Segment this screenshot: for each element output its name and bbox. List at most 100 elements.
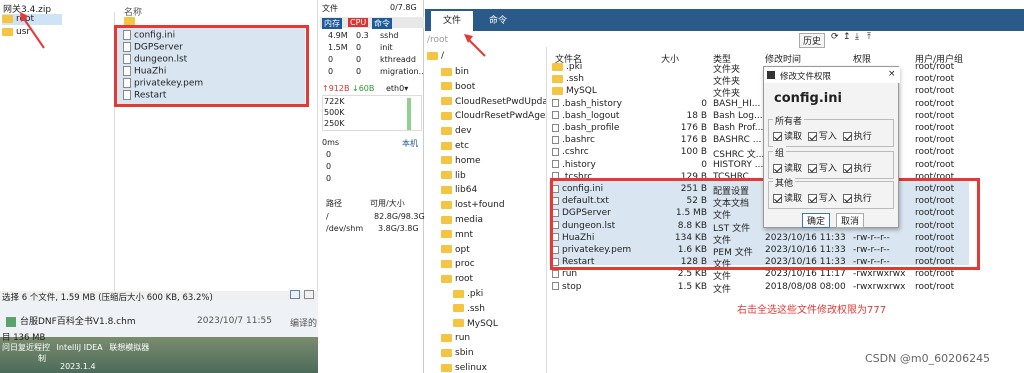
file-row[interactable]: .bashrc 176 B BASHRC ... root/root [425,135,1024,147]
file-perm: -rwxrwxrwx [853,281,906,292]
up-icon[interactable]: ↥ [843,32,851,42]
file-type: HISTORY ... [713,159,764,170]
cancel-button[interactable]: 取消 [836,213,865,228]
taskbar-version: 2023.1.4 [60,362,96,371]
history-button[interactable]: 历史 [799,33,826,48]
ftp-panel: 文件 命令 历史 ⟳ ↥ ⤓ ⤒ / binbootCloudResetPwdU… [425,0,1024,373]
checkbox[interactable] [773,194,782,203]
monitor-panel: 文件 内存 CPU 命令 0/7.8G 4.9M 0.3 sshd 1.5M 0 ini… [320,0,425,373]
desktop-strip: 台服DNF百科全书V1.8.chm 2023/10/7 11:55 编译的 目 … [0,302,318,373]
file-name: .bash_profile [562,123,620,133]
latency-val: 0 [326,174,332,183]
tree-item[interactable]: selinux [441,359,546,373]
file-row[interactable]: .cshrc 100 B CSHRC 文... root/root [425,147,1024,160]
file-row[interactable]: run 2.5 KB 文件 2023/10/16 11:17 -rwxrwxrwx roo… [425,269,1024,283]
file-owner: root/root [915,135,955,146]
folder-icon [2,14,13,23]
annotation-arrow [20,12,45,49]
file-name: .cshrc [562,147,589,158]
file-row[interactable]: MySQL 文件夹 root/root [425,86,1024,99]
permission-dialog: 修改文件权限 × config.ini 所有者 读取 写入 执行 组 读取 写入… [763,66,900,228]
zip-explorer: 网关3.4.zip root usr 名称 config.ini DGPServ… [0,0,318,303]
file-row[interactable]: .bash_logout 18 B Bash Log... root/root [425,111,1024,123]
file-size: 18 B [686,110,708,121]
checkbox[interactable] [842,164,852,173]
view-icon[interactable] [290,290,300,299]
file-owner: root/root [915,74,955,85]
checkbox[interactable] [807,164,817,173]
file-size: 176 B [680,123,707,133]
file-icon [552,111,559,120]
chm-date: 2023/10/7 11:55 [197,316,272,326]
checkbox[interactable] [773,132,782,141]
file-owner: root/root [915,281,955,292]
file-name: .pki [566,62,583,72]
file-name: .history [562,159,596,170]
file-size: 176 B [680,135,707,146]
file-name: stop [562,281,582,292]
folder-icon [552,86,563,95]
file-row[interactable]: .bash_profile 176 B Bash Prof... root/root [425,123,1024,135]
file-owner: root/root [915,86,955,97]
disk-size: 82.8G/98.3G [374,212,425,221]
net-up: ↑912B [322,84,350,93]
file-type: 文件 [713,272,732,283]
file-perm: -rwxrwxrwx [853,269,906,280]
file-row[interactable]: .ssh 文件夹 root/root [425,74,1024,87]
file-type: 文件夹 [713,65,741,75]
file-row[interactable]: .history 0 HISTORY ... root/root [425,160,1024,172]
close-icon[interactable]: × [888,69,896,79]
chevron-down-icon: ▾ [404,84,409,93]
view-icon[interactable] [304,290,314,299]
net-chart: 722K 500K 250K [322,95,422,131]
file-icon [552,160,559,169]
mem-label: 内存 [322,18,342,29]
file-row[interactable]: .pki 文件夹 root/root [425,62,1024,75]
refresh-icon[interactable]: ⟳ [831,32,839,42]
upload-icon[interactable]: ⤒ [867,32,871,42]
perm-group-group: 组 读取 写入 执行 [768,146,894,179]
download-icon[interactable]: ⤓ [855,32,859,42]
ok-button[interactable]: 确定 [802,213,831,228]
taskbar-item[interactable]: 联想模拟器 [109,343,149,352]
checkbox[interactable] [807,132,817,141]
dialog-filename: config.ini [774,91,842,106]
folder-icon [453,319,464,328]
disk-size-header: 可用/大小 [370,199,405,208]
taskbar: 问日复近程控 IntelliJ IDEA 联想模拟器 [0,342,318,353]
file-size: 2.5 KB [677,269,707,280]
folder-icon [124,16,135,25]
file-size: 0 [701,159,707,170]
perm-group-other: 其他 读取 写入 执行 [768,176,894,209]
taskbar-item[interactable]: IntelliJ IDEA [57,343,103,352]
file-icon [552,99,559,108]
folder-icon [552,74,563,83]
book-icon [6,316,16,327]
disk-path: /dev/shm [326,224,364,233]
taskbar-item[interactable]: 问日复近程控 [2,343,50,352]
mem-total: 0/7.8G [390,3,417,12]
tab-command[interactable]: 命令 [477,11,519,31]
tab-file[interactable]: 文件 [431,11,473,31]
file-name: .bash_history [562,98,622,109]
chm-file[interactable]: 台服DNF百科全书V1.8.chm [6,314,136,327]
cpu-label: CPU [348,18,369,27]
annotation-box [114,25,309,107]
file-icon [552,269,559,278]
file-type: Bash Prof... [713,123,764,133]
checkbox[interactable] [842,194,852,203]
file-row[interactable]: .bash_history 0 BASH_HI... root/root [425,99,1024,111]
file-owner: root/root [915,147,955,158]
file-owner: root/root [915,269,955,280]
file-name: MySQL [566,86,597,97]
disk-size: 3.8G/3.8G [378,224,419,233]
iface-select[interactable]: eth0▾ [386,84,408,93]
file-icon [552,123,559,132]
file-row[interactable]: stop 1.5 KB 文件 2018/08/08 08:00 -rwxrwxrwx ro… [425,281,1024,295]
file-name: run [562,269,578,280]
checkbox[interactable] [773,164,782,173]
monitor-header: 文件 [322,4,338,13]
file-owner: root/root [915,98,955,109]
checkbox[interactable] [842,132,852,141]
checkbox[interactable] [807,194,817,203]
